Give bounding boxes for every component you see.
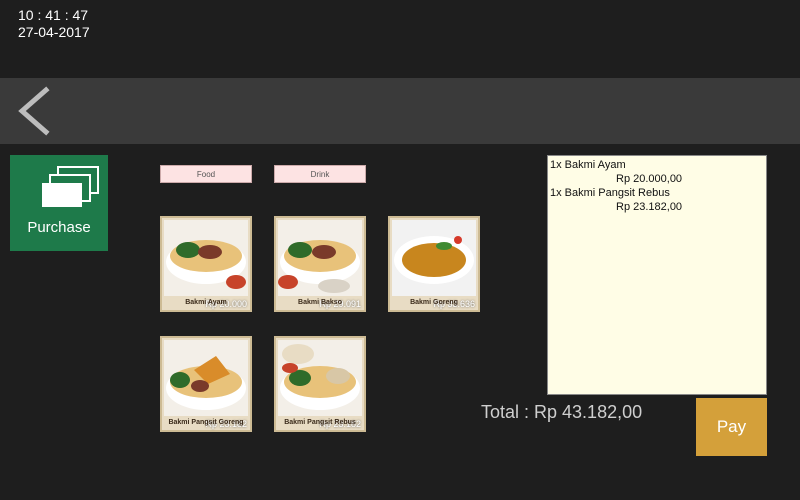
order-receipt: 1x Bakmi Ayam Rp 20.000,00 1x Bakmi Pang… [547, 155, 767, 395]
clock: 10 : 41 : 47 27-04-2017 [18, 7, 90, 41]
product-name: Bakmi Bakso [298, 299, 342, 306]
receipt-item: 1x Bakmi Ayam Rp 20.000,00 [550, 158, 764, 186]
tab-food[interactable]: Food [160, 165, 252, 183]
navigation-bar [0, 78, 800, 144]
cards-icon [42, 166, 99, 207]
product-photo [392, 220, 476, 296]
tab-drink[interactable]: Drink [274, 165, 366, 183]
product-bakmi-pangsit-rebus[interactable]: Rp 23.182 Bakmi Pangsit Rebus [274, 336, 366, 432]
receipt-item-line: 1x Bakmi Pangsit Rebus [550, 187, 670, 199]
product-photo [278, 340, 362, 416]
product-bakmi-pangsit-goreng[interactable]: Rp 23.182 Bakmi Pangsit Goreng [160, 336, 252, 432]
product-bakmi-bakso[interactable]: Rp 29.091 Bakmi Bakso [274, 216, 366, 312]
receipt-item-price: Rp 23.182,00 [616, 201, 683, 213]
product-name: Bakmi Ayam [185, 299, 227, 306]
product-name: Bakmi Goreng [410, 299, 458, 306]
product-bakmi-ayam[interactable]: Rp 20.000 Bakmi Ayam [160, 216, 252, 312]
product-photo [278, 220, 362, 296]
purchase-label: Purchase [27, 219, 91, 236]
clock-date: 27-04-2017 [18, 24, 90, 40]
receipt-item: 1x Bakmi Pangsit Rebus Rp 23.182,00 [550, 186, 764, 214]
product-photo [164, 340, 248, 416]
order-total: Total : Rp 43.182,00 [481, 402, 643, 422]
product-bakmi-goreng[interactable]: Rp 33.636 Bakmi Goreng [388, 216, 480, 312]
chevron-left-icon [18, 86, 50, 136]
pay-button[interactable]: Pay [696, 398, 767, 456]
product-photo [164, 220, 248, 296]
receipt-item-price: Rp 20.000,00 [616, 173, 683, 185]
clock-time: 10 : 41 : 47 [18, 7, 89, 23]
back-button[interactable] [14, 86, 54, 136]
receipt-item-line: 1x Bakmi Ayam [550, 159, 626, 171]
product-name: Bakmi Pangsit Rebus [284, 419, 356, 426]
purchase-tile[interactable]: Purchase [10, 155, 108, 251]
product-name: Bakmi Pangsit Goreng [168, 419, 244, 426]
